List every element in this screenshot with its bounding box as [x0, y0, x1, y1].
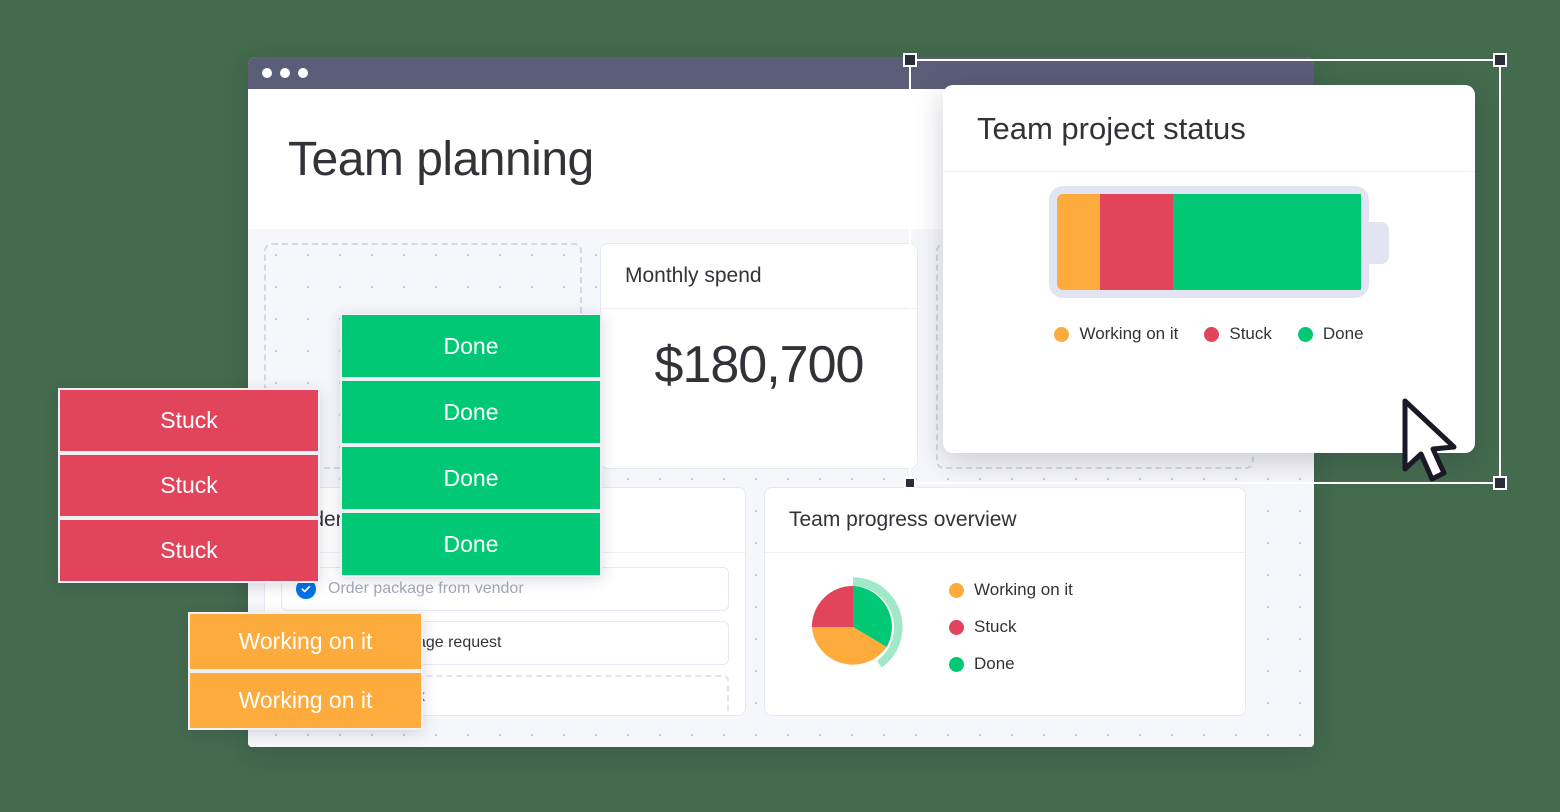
team-progress-chart-area: Working on it Stuck Done — [765, 553, 1245, 705]
selection-frame-left-edge — [909, 59, 911, 484]
team-progress-title: Team progress overview — [765, 488, 1245, 553]
status-chip-stuck[interactable]: Stuck — [58, 453, 320, 518]
working-on-it-status-chip-stack[interactable]: Working on it Working on it — [188, 612, 423, 730]
battery-segment-working-on-it — [1057, 194, 1100, 290]
selection-frame-top-edge — [909, 59, 1501, 61]
legend-item-stuck: Stuck — [1204, 324, 1272, 344]
legend-item-done: Done — [1297, 324, 1364, 344]
selection-handle-top-right[interactable] — [1493, 53, 1507, 67]
legend-label: Working on it — [974, 580, 1073, 599]
battery-segment-stuck — [1099, 194, 1173, 290]
team-project-status-card[interactable]: Team project status Working on it Stuck … — [943, 85, 1475, 453]
legend-label: Done — [974, 654, 1015, 673]
battery-terminal-nub — [1367, 222, 1389, 264]
legend-label: Stuck — [1229, 324, 1272, 343]
task-label: Order package from vendor — [328, 580, 524, 597]
legend-item-stuck: Stuck — [949, 617, 1073, 637]
battery-chart[interactable] — [1049, 186, 1389, 298]
close-dot-icon[interactable] — [262, 68, 272, 78]
legend-label: Done — [1322, 324, 1364, 343]
status-chip-done[interactable]: Done — [340, 511, 602, 577]
selection-handle-top-left[interactable] — [903, 53, 917, 67]
legend-label: Stuck — [974, 617, 1017, 636]
minimize-dot-icon[interactable] — [280, 68, 290, 78]
legend-item-done: Done — [949, 654, 1073, 674]
status-chip-working-on-it[interactable]: Working on it — [188, 671, 423, 730]
monthly-spend-card: Monthly spend $180,700 — [600, 243, 918, 469]
legend-item-working-on-it: Working on it — [1054, 324, 1178, 344]
legend-swatch-icon — [1204, 326, 1220, 342]
team-project-status-title: Team project status — [943, 85, 1475, 172]
status-chip-done[interactable]: Done — [340, 379, 602, 445]
legend-swatch-icon — [1054, 326, 1070, 342]
selection-handle-bottom-right[interactable] — [1493, 476, 1507, 490]
team-progress-card: Team progress overview Working on it Stu… — [764, 487, 1246, 716]
legend-swatch-icon — [949, 582, 964, 598]
selection-frame-bottom-edge — [909, 482, 1501, 484]
legend-swatch-icon — [949, 656, 964, 672]
stuck-status-chip-stack[interactable]: Stuck Stuck Stuck — [58, 388, 320, 583]
pie-slice-stuck — [811, 585, 853, 627]
status-chip-done[interactable]: Done — [340, 313, 602, 379]
legend-swatch-icon — [1297, 326, 1313, 342]
legend-swatch-icon — [949, 619, 964, 635]
status-chip-stuck[interactable]: Stuck — [58, 518, 320, 583]
selection-handle-bottom-left[interactable] — [904, 477, 916, 489]
monthly-spend-title: Monthly spend — [601, 244, 917, 309]
battery-legend: Working on it Stuck Done — [943, 324, 1475, 344]
legend-item-working-on-it: Working on it — [949, 580, 1073, 600]
screenshot-stage: Team planning Monthly spend $180,700 Ord… — [0, 0, 1560, 812]
status-chip-done[interactable]: Done — [340, 445, 602, 511]
maximize-dot-icon[interactable] — [298, 68, 308, 78]
legend-label: Working on it — [1079, 324, 1179, 343]
battery-chart-area — [943, 172, 1475, 298]
pie-chart[interactable] — [793, 567, 913, 687]
battery-segment-done — [1172, 194, 1361, 290]
pie-legend: Working on it Stuck Done — [949, 580, 1073, 674]
status-chip-stuck[interactable]: Stuck — [58, 388, 320, 453]
page-title: Team planning — [288, 132, 594, 186]
monthly-spend-value: $180,700 — [654, 336, 865, 394]
status-chip-working-on-it[interactable]: Working on it — [188, 612, 423, 671]
done-status-chip-stack[interactable]: Done Done Done Done — [340, 313, 602, 577]
selection-frame-right-edge — [1499, 59, 1501, 484]
